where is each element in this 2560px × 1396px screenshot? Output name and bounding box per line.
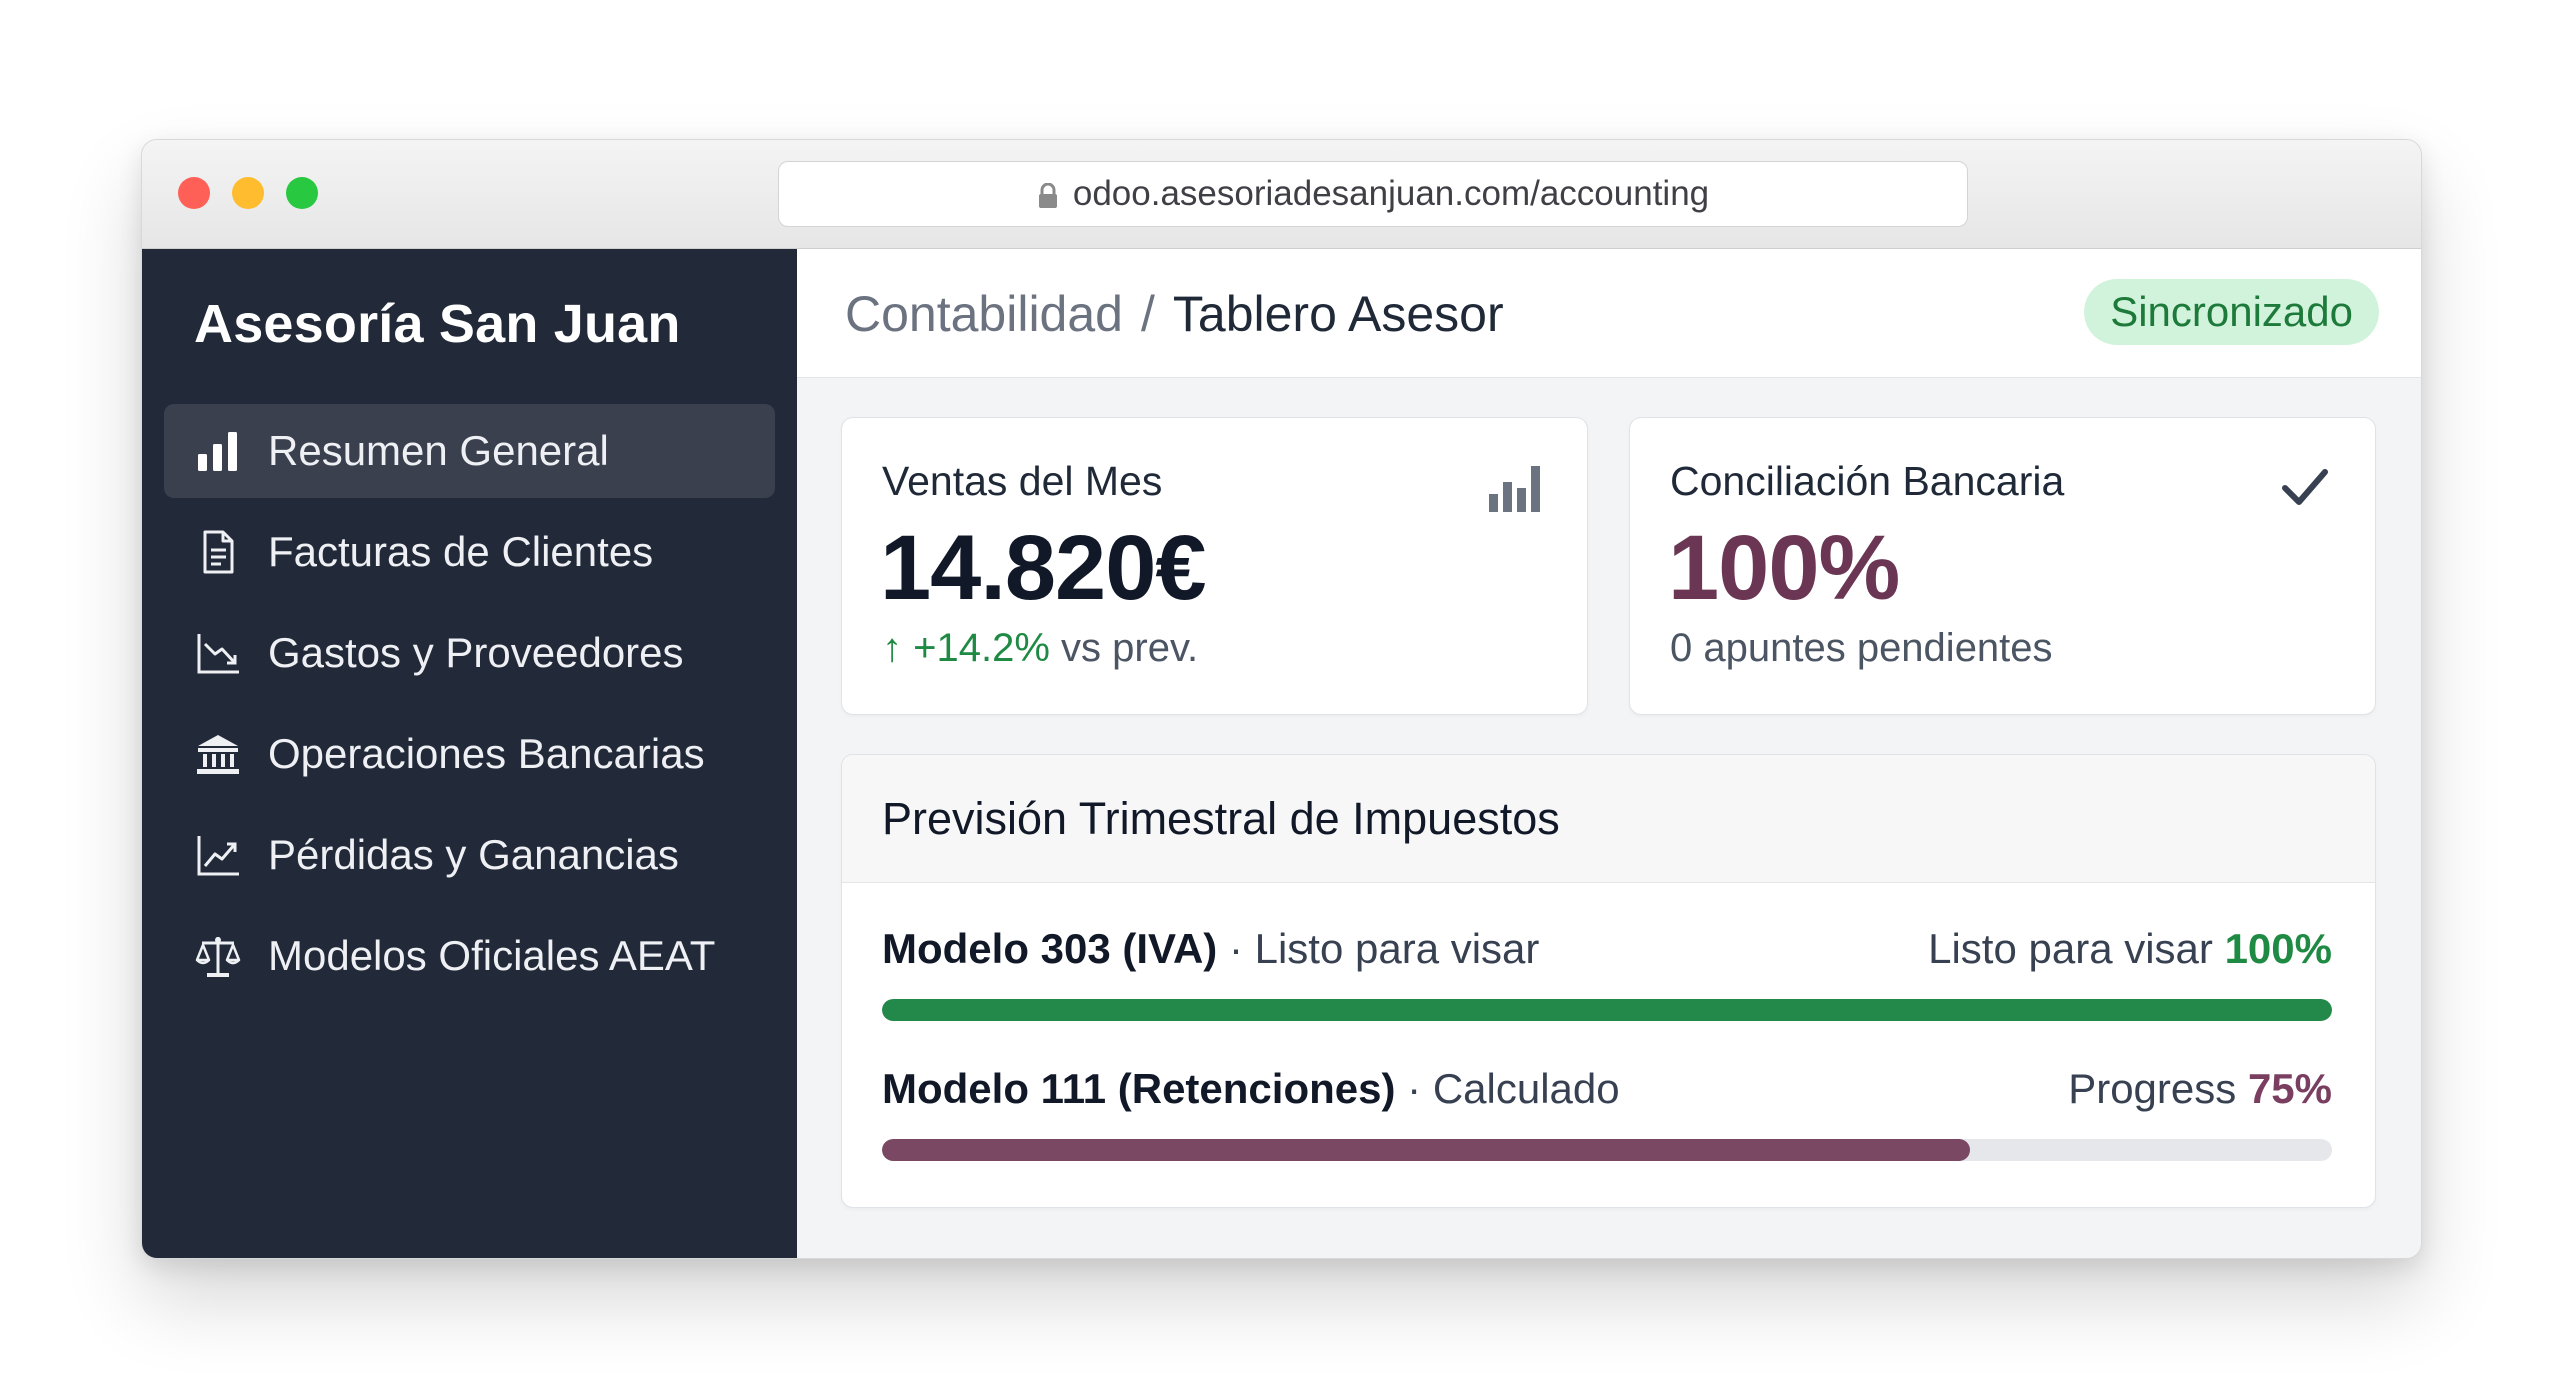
tax-separator: · — [1228, 925, 1243, 972]
kpi-value: 14.820€ — [880, 517, 1207, 619]
trend-down-icon — [192, 627, 244, 679]
tax-row-label: Modelo 303 (IVA) · Listo para visar — [882, 925, 1539, 973]
tax-model-name: Modelo 303 (IVA) — [882, 925, 1218, 972]
browser-titlebar: odoo.asesoriadesanjuan.com/accounting — [142, 140, 2421, 249]
bar-chart-icon — [192, 425, 244, 477]
kpi-change-suffix: vs prev. — [1061, 626, 1199, 670]
progress-track — [882, 999, 2332, 1021]
sidebar-nav: Resumen General Facturas de Clientes Gas… — [164, 404, 775, 1010]
kpi-title: Ventas del Mes — [882, 458, 1163, 504]
main-content: Contabilidad / Tablero Asesor Sincronizado… — [797, 249, 2421, 1258]
address-bar[interactable]: odoo.asesoriadesanjuan.com/accounting — [778, 161, 1968, 227]
tax-row-label: Modelo 111 (Retenciones) · Calculado — [882, 1065, 1620, 1113]
document-icon — [192, 526, 244, 578]
arrow-up-icon: ↑ — [882, 626, 902, 670]
sidebar-item-gastos-proveedores[interactable]: Gastos y Proveedores — [164, 606, 775, 700]
sidebar-item-label: Resumen General — [268, 427, 609, 474]
tax-percent: 75% — [2247, 1065, 2332, 1112]
page-header: Contabilidad / Tablero Asesor Sincronizado — [797, 249, 2421, 378]
progress-track — [882, 1139, 2332, 1161]
breadcrumb-parent[interactable]: Contabilidad — [845, 286, 1123, 342]
breadcrumb-current: Tablero Asesor — [1172, 286, 1504, 342]
status-badge: Sincronizado — [2084, 279, 2379, 345]
sales-kpi-card: Ventas del Mes 14.820€ ↑ +14.2% vs prev. — [841, 417, 1588, 715]
sidebar-item-label: Facturas de Clientes — [268, 528, 654, 575]
bar-chart-icon — [1489, 466, 1540, 512]
kpi-value: 100% — [1668, 517, 1900, 619]
tax-right-label: Progress — [2068, 1065, 2237, 1112]
scale-icon — [192, 930, 244, 982]
kpi-subtitle: 0 apuntes pendientes — [1670, 626, 2053, 670]
sidebar-item-modelos-aeat[interactable]: Modelos Oficiales AEAT — [164, 909, 775, 1003]
bank-icon — [192, 728, 244, 780]
sidebar-item-label: Gastos y Proveedores — [268, 629, 684, 676]
panel-title: Previsión Trimestral de Impuestos — [882, 793, 1560, 844]
close-window-button[interactable] — [178, 177, 210, 209]
tax-model-name: Modelo 111 (Retenciones) — [882, 1065, 1396, 1112]
sidebar-item-label: Modelos Oficiales AEAT — [268, 932, 716, 979]
progress-fill — [882, 999, 2332, 1021]
sidebar-item-resumen-general[interactable]: Resumen General — [164, 404, 775, 498]
sidebar-item-label: Pérdidas y Ganancias — [268, 831, 679, 878]
tax-percent: 100% — [2224, 925, 2332, 972]
breadcrumb: Contabilidad / Tablero Asesor — [845, 285, 1504, 343]
tax-right-label: Listo para visar — [1928, 925, 2213, 972]
tax-status: Calculado — [1432, 1065, 1620, 1112]
tax-forecast-panel: Previsión Trimestral de Impuestos Modelo… — [841, 754, 2376, 1208]
tax-separator: · — [1407, 1065, 1422, 1112]
trend-up-icon — [192, 829, 244, 881]
url-text: odoo.asesoriadesanjuan.com/accounting — [1072, 174, 1710, 213]
kpi-title: Conciliación Bancaria — [1670, 458, 2065, 504]
panel-header: Previsión Trimestral de Impuestos — [842, 755, 2375, 883]
lock-icon — [1038, 183, 1057, 208]
tax-status: Listo para visar — [1254, 925, 1540, 972]
sidebar-item-perdidas-ganancias[interactable]: Pérdidas y Ganancias — [164, 808, 775, 902]
kpi-change-value: +14.2% — [913, 626, 1050, 670]
sidebar-item-facturas-clientes[interactable]: Facturas de Clientes — [164, 505, 775, 599]
maximize-window-button[interactable] — [286, 177, 318, 209]
sidebar: Asesoría San Juan Resumen General Factur… — [142, 249, 797, 1258]
checkmark-icon — [2282, 469, 2328, 505]
reconciliation-kpi-card: Conciliación Bancaria 100% 0 apuntes pen… — [1629, 417, 2376, 715]
browser-window: odoo.asesoriadesanjuan.com/accounting As… — [141, 139, 2422, 1259]
progress-fill — [882, 1139, 1970, 1161]
sidebar-item-label: Operaciones Bancarias — [268, 730, 705, 777]
minimize-window-button[interactable] — [232, 177, 264, 209]
brand-name: Asesoría San Juan — [194, 294, 681, 354]
tax-progress-readout: Progress 75% — [2068, 1065, 2332, 1113]
sidebar-item-operaciones-bancarias[interactable]: Operaciones Bancarias — [164, 707, 775, 801]
tax-progress-readout: Listo para visar 100% — [1928, 925, 2332, 973]
kpi-change: ↑ +14.2% vs prev. — [882, 626, 1198, 671]
breadcrumb-separator: / — [1140, 286, 1155, 342]
